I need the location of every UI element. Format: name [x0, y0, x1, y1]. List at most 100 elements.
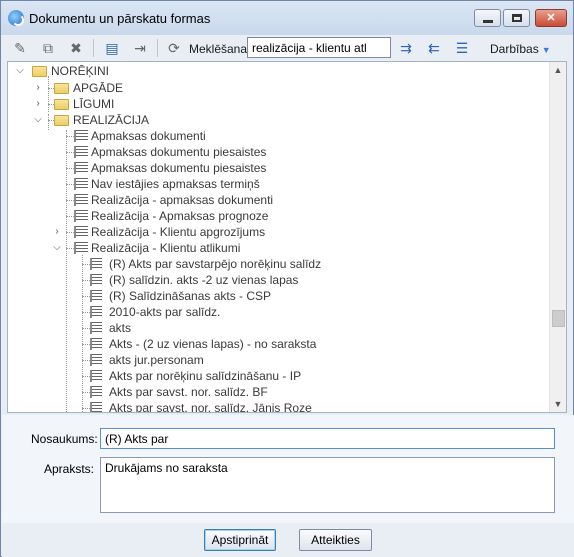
app-icon: [8, 10, 24, 26]
tree-node-label: APGĀDE: [73, 81, 124, 95]
document-icon: [90, 354, 102, 366]
chevron-right-icon[interactable]: ›: [33, 96, 43, 112]
document-icon: [74, 130, 88, 142]
document-icon: [74, 226, 88, 238]
document-icon: [90, 386, 102, 398]
document-icon: [90, 258, 102, 270]
tree-item-label: Apmaksas dokumentu piesaistes: [91, 161, 267, 175]
export-icon[interactable]: ▤: [103, 39, 121, 57]
dialog-window: Dokumentu un pārskatu formas ✕ ✎ ⧉ ✖ ▤ ⇥…: [0, 0, 574, 557]
expand-all-icon[interactable]: ⇉: [397, 39, 415, 57]
chevron-down-icon[interactable]: ⌵: [33, 112, 43, 128]
collapse-all-icon[interactable]: ⇇: [425, 39, 443, 57]
chevron-down-icon[interactable]: ⌵: [52, 240, 62, 256]
tree-item-label: Realizācija - Apmaksas prognoze: [91, 209, 269, 223]
tree-item-label: (R) salīdzin. akts -2 uz vienas lapas: [109, 273, 299, 287]
tree-item-label: (R) Akts par savstarpējo norēķinu salīdz: [109, 257, 322, 271]
chevron-right-icon[interactable]: ›: [33, 80, 43, 96]
tree-connector: [66, 136, 74, 137]
document-tree[interactable]: ⌵ NORĒĶINI › APGĀDE › LĪGUMI ⌵ REALIZĀCI…: [7, 61, 567, 413]
minimize-icon: [483, 20, 493, 23]
maximize-icon: [512, 14, 522, 22]
description-field[interactable]: Drukājams no saraksta: [100, 457, 555, 513]
delete-icon[interactable]: ✖: [67, 39, 85, 57]
scroll-down-icon[interactable]: ▼: [550, 396, 566, 412]
name-field[interactable]: [100, 428, 555, 449]
tree-connector: [82, 248, 83, 412]
tree-connector: [66, 168, 74, 169]
close-icon: ✕: [546, 12, 556, 24]
folder-icon: [54, 99, 69, 110]
close-button[interactable]: ✕: [535, 9, 567, 27]
document-icon: [74, 194, 88, 206]
maximize-button[interactable]: [503, 9, 530, 27]
tree-item-label: akts jur.personam: [109, 353, 204, 367]
search-label: Meklēšana:: [189, 42, 251, 56]
tree-connector: [82, 408, 90, 409]
toolbar: ✎ ⧉ ✖ ▤ ⇥ ⟳ Meklēšana: ⇉ ⇇ ☰ Darbības▼: [7, 37, 569, 59]
chevron-down-icon[interactable]: ⌵: [15, 63, 25, 79]
document-icon: [74, 146, 88, 158]
tree-connector: [82, 328, 90, 329]
tree-item-label: Realizācija - Klientu atlikumi: [91, 241, 241, 255]
title-bar: Dokumentu un pārskatu formas ✕: [1, 1, 573, 35]
tree-connector: [82, 296, 90, 297]
edit-icon[interactable]: ✎: [11, 39, 29, 57]
minimize-button[interactable]: [474, 9, 501, 27]
cancel-button[interactable]: Atteikties: [299, 529, 372, 551]
chevron-right-icon[interactable]: ›: [52, 224, 62, 240]
tree-connector: [48, 114, 49, 130]
document-icon: [74, 242, 88, 254]
tree-connector: [66, 200, 74, 201]
filter-icon[interactable]: ☰: [453, 39, 471, 57]
confirm-button[interactable]: Apstiprināt: [204, 529, 276, 551]
tree-connector: [82, 392, 90, 393]
document-icon: [74, 210, 88, 222]
toolbar-separator: [93, 39, 94, 57]
tree-connector: [66, 248, 74, 249]
tree-connector: [66, 152, 74, 153]
document-icon: [90, 274, 102, 286]
document-icon: [90, 370, 102, 382]
document-icon: [74, 162, 88, 174]
tree-node-label: REALIZĀCIJA: [73, 113, 150, 127]
folder-icon: [32, 66, 47, 77]
scrollbar-thumb[interactable]: [552, 310, 565, 327]
chevron-down-icon: ▼: [541, 45, 551, 55]
folder-icon: [54, 83, 69, 94]
document-icon: [90, 402, 102, 412]
tree-connector: [82, 376, 90, 377]
tree-connector: [82, 280, 90, 281]
tree-item-label: Realizācija - Klientu apgrozījums: [91, 225, 266, 239]
document-icon: [74, 178, 88, 190]
search-input[interactable]: [247, 37, 391, 58]
tree-connector: [82, 360, 90, 361]
tree-connector: [82, 312, 90, 313]
tree-connector: [66, 232, 74, 233]
toolbar-separator: [157, 39, 158, 57]
copy-icon[interactable]: ⧉: [39, 39, 57, 57]
tree-item-label: Akts par norēķinu salīdzināšanu - IP: [109, 369, 302, 383]
details-form: Nosaukums: Apraksts: Drukājams no saraks…: [2, 415, 574, 523]
dialog-footer: Apstiprināt Atteikties: [2, 523, 574, 557]
tree-item-label: Akts par savst. nor. salīdz. Jānis Roze: [109, 401, 312, 413]
refresh-icon[interactable]: ⟳: [165, 39, 183, 57]
tree-item-label: Akts - (2 uz vienas lapas) - no saraksta: [109, 337, 317, 351]
tree-item-label: 2010-akts par salīdz.: [109, 305, 221, 319]
tree-node-label: NORĒĶINI: [51, 64, 110, 78]
tree-item-label: Akts par savst. nor. salīdz. BF: [109, 385, 268, 399]
tree-connector: [66, 216, 74, 217]
tree-item-label: Realizācija - apmaksas dokumenti: [91, 193, 274, 207]
tree-connector: [66, 130, 67, 412]
window-title: Dokumentu un pārskatu formas: [29, 11, 211, 26]
import-icon[interactable]: ⇥: [131, 39, 149, 57]
vertical-scrollbar[interactable]: ▲ ▼: [549, 62, 566, 412]
tree-connector: [82, 264, 90, 265]
folder-icon: [54, 115, 69, 126]
scroll-up-icon[interactable]: ▲: [550, 62, 566, 78]
document-icon: [90, 338, 102, 350]
actions-menu[interactable]: Darbības ▼: [490, 42, 551, 56]
tree-item-label: akts: [109, 321, 132, 335]
tree-node-label: LĪGUMI: [73, 97, 115, 111]
description-label: Apraksts:: [44, 462, 95, 476]
